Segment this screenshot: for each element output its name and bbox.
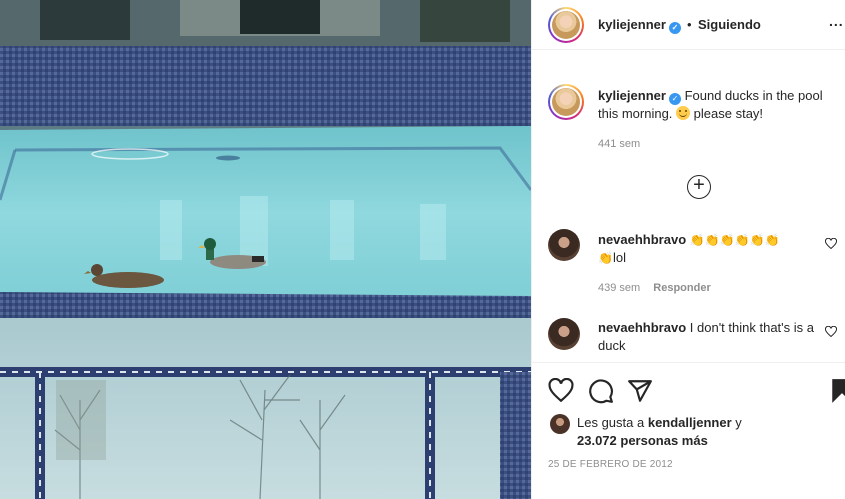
- post-photo[interactable]: [0, 0, 531, 499]
- more-options-icon[interactable]: ...: [829, 13, 844, 29]
- caption-text-part2: please stay!: [693, 106, 764, 121]
- share-icon[interactable]: [627, 378, 653, 404]
- post-side-panel: kyliejenner ✓ • Siguiendo ... kyliejenner…: [531, 0, 845, 499]
- comment: nevaehhbravo 👏👏👏👏👏👏 👏lol: [598, 231, 818, 267]
- likes-connector: y: [735, 415, 742, 430]
- commenter-avatar[interactable]: [548, 318, 580, 350]
- post-header: kyliejenner ✓ • Siguiendo ...: [532, 0, 845, 50]
- comment-username-link[interactable]: nevaehhbravo: [598, 320, 686, 335]
- caption-username-link[interactable]: kyliejenner: [598, 88, 666, 103]
- verified-badge-icon: ✓: [668, 93, 681, 105]
- commenter-avatar[interactable]: [548, 229, 580, 261]
- comment-timestamp[interactable]: 439 sem: [598, 282, 640, 294]
- comment-like-heart-icon[interactable]: [825, 326, 837, 338]
- smiling-face-emoji-icon: [676, 106, 691, 120]
- caption: kyliejenner ✓ Found ducks in the pool thi…: [598, 87, 828, 123]
- author-username-link[interactable]: kyliejenner ✓: [598, 17, 681, 34]
- heart-icon[interactable]: [548, 378, 574, 404]
- comment-meta: 439 sem Responder: [598, 282, 711, 294]
- comment: nevaehhbravo I don't think that's is a d…: [598, 319, 818, 355]
- clapping-hands-emoji: 👏: [598, 251, 613, 265]
- follow-status-button[interactable]: Siguiendo: [698, 17, 761, 32]
- liker-username-link[interactable]: kendalljenner: [648, 415, 732, 430]
- comment-body: lol: [612, 250, 626, 265]
- likes-count-link[interactable]: 23.072 personas más: [577, 433, 708, 448]
- caption-timestamp[interactable]: 441 sem: [598, 138, 640, 150]
- load-more-comments-button[interactable]: +: [687, 175, 711, 199]
- caption-avatar[interactable]: [548, 84, 584, 120]
- pool-ducks-image: [0, 0, 531, 499]
- bookmark-icon[interactable]: [829, 378, 845, 404]
- likes-prefix: Les gusta a: [577, 415, 645, 430]
- reply-button[interactable]: Responder: [653, 282, 710, 294]
- post-actions: Les gusta a kendalljenner y 23.072 perso…: [532, 362, 845, 499]
- verified-badge-icon: ✓: [668, 22, 681, 34]
- post-date[interactable]: 25 DE FEBRERO DE 2012: [548, 459, 673, 470]
- comment-like-heart-icon[interactable]: [825, 238, 837, 250]
- header-separator: •: [687, 17, 692, 32]
- liker-avatar[interactable]: [550, 414, 570, 434]
- comment-username-link[interactable]: nevaehhbravo: [598, 232, 686, 247]
- author-avatar[interactable]: [548, 7, 584, 43]
- likes-summary: Les gusta a kendalljenner y 23.072 perso…: [577, 414, 817, 450]
- clapping-hands-emoji: 👏👏👏👏👏👏: [689, 233, 780, 247]
- comment-icon[interactable]: [588, 378, 614, 404]
